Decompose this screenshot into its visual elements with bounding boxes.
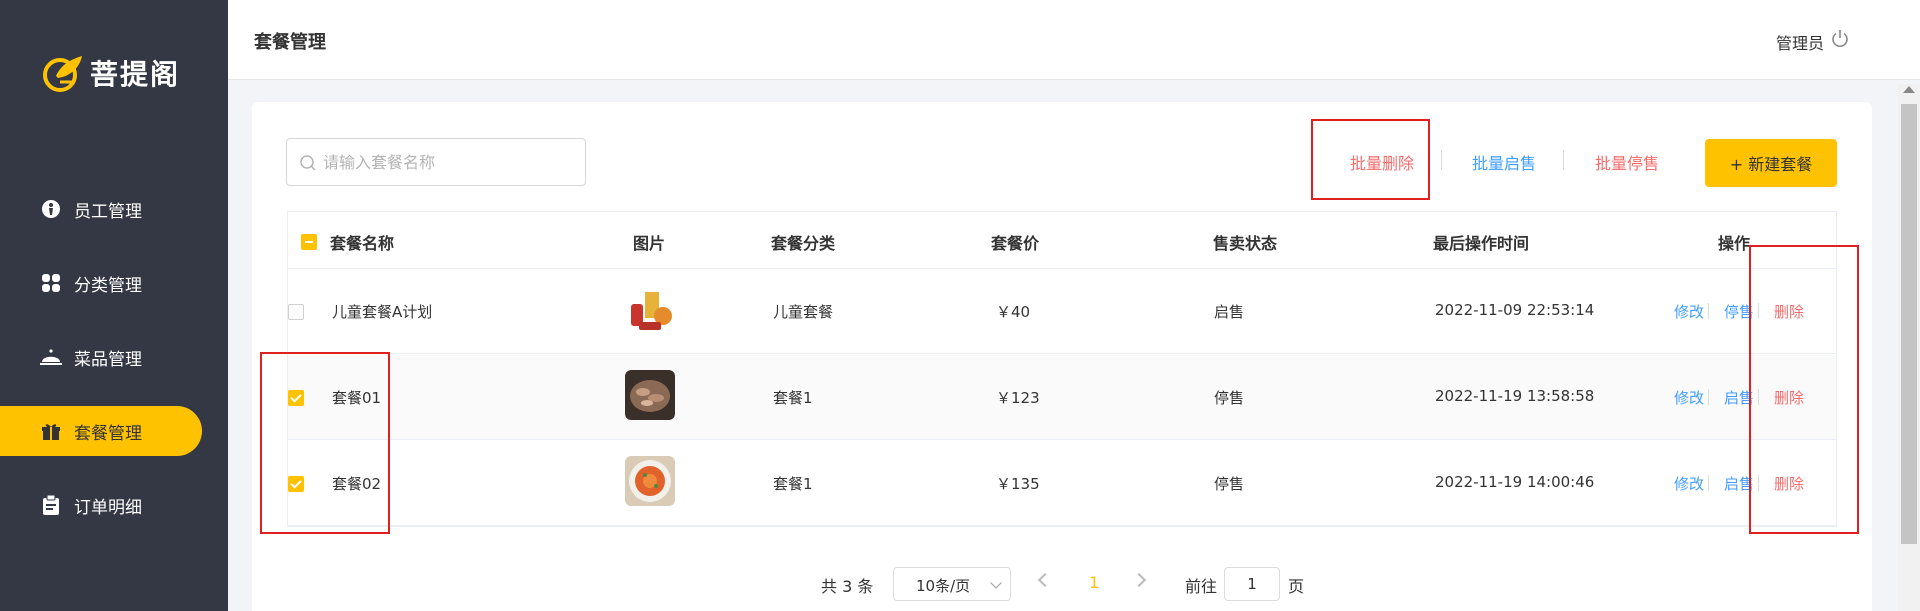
table-header: 套餐名称 图片 套餐分类 套餐价 售卖状态 最后操作时间 操作 [288,212,1836,269]
search-icon [300,155,316,171]
column-header: 售卖状态 [1213,234,1278,253]
user-name[interactable]: 管理员 [1776,30,1824,54]
new-combo-button[interactable]: + 新建套餐 [1705,139,1837,187]
column-header: 套餐价 [991,234,1040,253]
row-checkbox[interactable] [288,304,304,320]
toolbar-divider [1563,150,1564,170]
sidebar: 菩提阁 员工管理 分类管理 菜品管理 套餐管理 订单明细 [0,0,228,611]
sidebar-item-orders[interactable]: 订单明细 [0,480,228,530]
combo-category: 套餐1 [773,475,813,493]
column-header: 操作 [1718,234,1751,253]
page-title: 套餐管理 [254,32,326,53]
category-icon [40,272,62,294]
edit-link[interactable]: 修改 [1674,301,1704,322]
scroll-up-arrow-icon[interactable] [1903,86,1915,93]
power-icon[interactable] [1830,29,1850,49]
sidebar-item-dish[interactable]: 菜品管理 [0,332,228,382]
page-size-value: 10条/页 [916,577,971,595]
combo-category: 儿童套餐 [773,303,834,321]
goto-page-input[interactable] [1224,567,1280,601]
op-divider [1708,389,1709,405]
pagination-total: 共 3 条 [821,577,874,596]
batch-disable-link[interactable]: 批量停售 [1595,150,1659,174]
edit-link[interactable]: 修改 [1674,473,1704,494]
sidebar-menu: 员工管理 分类管理 菜品管理 套餐管理 订单明细 [0,184,228,554]
scrollbar-thumb[interactable] [1901,104,1917,544]
employee-icon [40,198,62,220]
column-header: 套餐分类 [771,234,836,253]
column-header[interactable]: 套餐名称 [330,230,394,254]
combo-name: 儿童套餐A计划 [332,303,433,321]
dish-icon [40,346,62,368]
table-row: 儿童套餐A计划 儿童套餐 ￥40 启售 2022-11-09 22:53:14 … [288,269,1836,354]
sidebar-item-employee[interactable]: 员工管理 [0,184,228,234]
brand-leaf-icon [43,56,82,92]
combo-table: 套餐名称 图片 套餐分类 套餐价 售卖状态 最后操作时间 操作 儿童套餐A计划 … [287,211,1837,527]
combo-status: 停售 [1214,389,1245,407]
top-header: 套餐管理 管理员 [228,0,1920,80]
combo-updated-time: 2022-11-19 13:58:58 [1435,387,1595,405]
sidebar-item-label: 分类管理 [74,275,142,296]
op-divider [1708,303,1709,319]
op-divider [1708,475,1709,491]
shrimp-plate-photo [625,456,675,506]
brand-name: 菩提阁 [90,58,181,91]
combo-updated-time: 2022-11-09 22:53:14 [1435,301,1595,319]
combo-status: 停售 [1214,475,1245,493]
sidebar-item-label: 订单明细 [74,497,142,518]
current-page-number[interactable]: 1 [1089,573,1099,592]
column-header: 图片 [633,234,666,253]
combo-category: 套餐1 [773,389,813,407]
sidebar-item-label: 员工管理 [74,201,142,222]
batch-enable-link[interactable]: 批量启售 [1472,150,1536,174]
edit-link[interactable]: 修改 [1674,387,1704,408]
sidebar-item-combo[interactable]: 套餐管理 [0,406,202,456]
sidebar-item-category[interactable]: 分类管理 [0,258,228,308]
gift-icon [40,420,62,442]
annotation-box-batch-delete [1311,119,1430,200]
goto-label: 前往 [1185,577,1218,596]
select-all-checkbox[interactable] [301,234,317,250]
combo-price: ￥40 [996,303,1031,321]
brand-logo: 菩提阁 [42,52,180,94]
combo-price: ￥135 [996,475,1040,493]
crayfish-photo [625,370,675,420]
search-input[interactable] [323,139,577,185]
goto-suffix: 页 [1288,577,1305,596]
kids-meal-photo [625,284,675,334]
annotation-box-checkboxes [260,352,390,534]
page-size-select[interactable]: 10条/页 [893,567,1011,601]
combo-price: ￥123 [996,389,1040,407]
annotation-box-operations [1749,245,1859,534]
search-box[interactable] [286,138,586,186]
combo-updated-time: 2022-11-19 14:00:46 [1435,473,1595,491]
combo-status: 启售 [1214,303,1245,321]
toolbar-divider [1441,150,1442,170]
chevron-down-icon [990,577,1002,589]
column-header: 最后操作时间 [1433,234,1530,253]
table-row: 套餐02 套餐1 ￥135 停售 2022-11-19 14:00:46 修改 … [288,441,1836,526]
sidebar-item-label: 菜品管理 [74,349,142,370]
table-row: 套餐01 套餐1 ￥123 停售 2022-11-19 13:58:58 修改 … [288,355,1836,440]
sidebar-item-label: 套餐管理 [74,423,142,444]
clipboard-icon [40,494,62,516]
